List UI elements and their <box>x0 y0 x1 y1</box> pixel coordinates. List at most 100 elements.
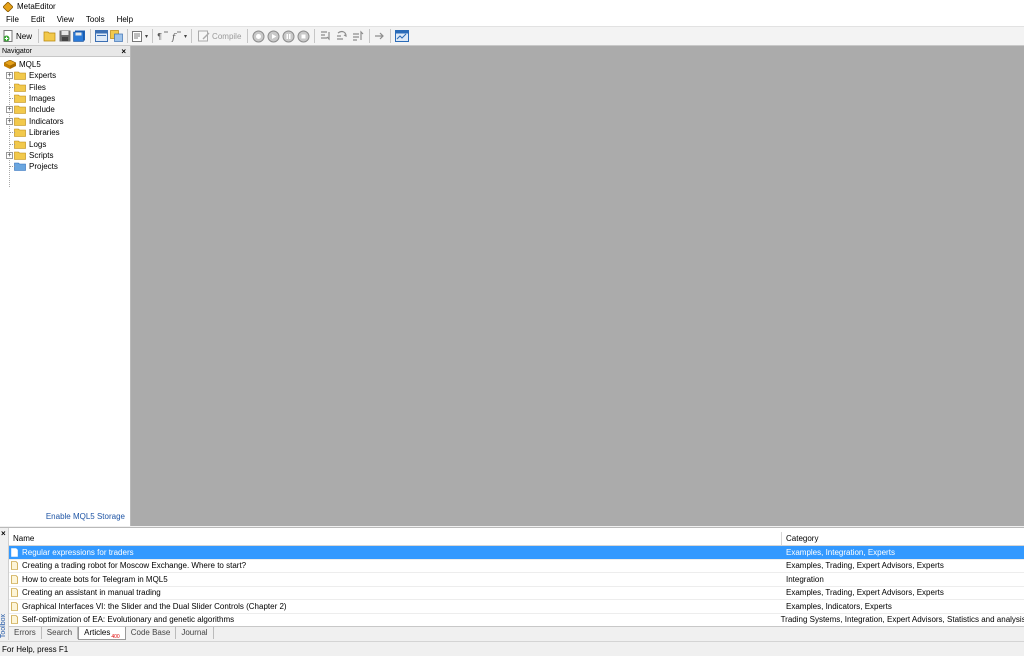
table-row[interactable]: Creating a trading robot for Moscow Exch… <box>9 560 1024 573</box>
compile-button[interactable]: Compile <box>196 28 243 44</box>
tab-code-base[interactable]: Code Base <box>126 627 177 639</box>
article-document-icon <box>11 601 18 611</box>
tab-search[interactable]: Search <box>42 627 79 639</box>
article-title: How to create bots for Telegram in MQL5 <box>22 574 168 584</box>
go-to-button[interactable] <box>374 28 386 44</box>
expand-icon[interactable]: + <box>6 151 13 159</box>
table-row[interactable]: Regular expressions for traders Examples,… <box>9 546 1024 560</box>
navigator-header: Navigator × <box>0 46 130 57</box>
compile-label: Compile <box>212 31 242 41</box>
table-row[interactable]: Self-optimization of EA: Evolutionary an… <box>9 614 1024 627</box>
close-icon[interactable]: × <box>121 47 126 56</box>
tree-item-label: Include <box>29 105 55 115</box>
enable-mql5-storage-link[interactable]: Enable MQL5 Storage <box>46 512 125 521</box>
tab-journal[interactable]: Journal <box>176 627 214 639</box>
folder-icon <box>14 128 26 137</box>
play-icon <box>267 30 280 42</box>
debug-start-icon <box>252 30 265 42</box>
cell-name: Regular expressions for traders <box>9 548 782 557</box>
function-button[interactable]: f ▾ <box>171 28 187 44</box>
step-over-icon <box>337 30 347 40</box>
project-folder-icon <box>14 163 26 172</box>
table-row[interactable]: How to create bots for Telegram in MQL5 I… <box>9 573 1024 587</box>
toolbar-separator <box>390 29 392 43</box>
tab-articles[interactable]: Articles400 <box>78 627 126 640</box>
tab-label: Articles <box>84 628 111 637</box>
tree-item-label: Indicators <box>29 116 64 126</box>
chevron-down-icon[interactable]: ▾ <box>145 33 148 40</box>
step-over-button[interactable] <box>335 28 349 44</box>
editor-workspace[interactable] <box>131 46 1024 526</box>
article-title: Regular expressions for traders <box>22 547 134 557</box>
open-button[interactable] <box>43 28 57 44</box>
menu-tools[interactable]: Tools <box>80 15 111 24</box>
column-header-category[interactable]: Category <box>782 534 818 543</box>
table-row[interactable]: Graphical Interfaces VI: the Slider and … <box>9 600 1024 614</box>
tree-item-projects[interactable]: Projects <box>0 161 130 172</box>
tree-item-scripts[interactable]: + Scripts <box>0 150 130 161</box>
tab-errors[interactable]: Errors <box>9 627 42 639</box>
article-category: Examples, Trading, Expert Advisors, Expe… <box>786 561 944 571</box>
expand-icon[interactable]: + <box>6 72 13 80</box>
navigator-toggle-button[interactable] <box>95 28 109 44</box>
folder-icon <box>14 71 26 80</box>
title-bar: MetaEditor <box>0 0 1024 13</box>
close-icon[interactable]: × <box>1 529 6 538</box>
toolbar: New ▾ ¶ f ▾ Compile <box>0 26 1024 46</box>
chevron-down-icon[interactable]: ▾ <box>184 33 187 40</box>
cell-name: How to create bots for Telegram in MQL5 <box>9 575 782 584</box>
debug-start-real-button[interactable] <box>252 28 265 44</box>
step-out-icon <box>353 30 364 41</box>
tree-item-label: Images <box>29 93 56 103</box>
tree-item-experts[interactable]: + Experts <box>0 70 130 81</box>
tree-item-images[interactable]: Images <box>0 93 130 104</box>
article-category: Examples, Trading, Expert Advisors, Expe… <box>786 588 944 598</box>
menu-edit[interactable]: Edit <box>25 15 51 24</box>
new-button[interactable]: New <box>1 28 34 44</box>
tab-label: Journal <box>181 628 208 637</box>
expand-icon[interactable]: + <box>6 106 13 114</box>
pause-icon <box>282 30 295 42</box>
tree-item-logs[interactable]: Logs <box>0 138 130 149</box>
cell-name: Creating an assistant in manual trading <box>9 588 782 597</box>
column-header-name[interactable]: Name <box>9 532 782 545</box>
toolbar-separator <box>90 29 92 43</box>
toolbar-separator <box>152 29 154 43</box>
tree-item-files[interactable]: Files <box>0 81 130 92</box>
folder-icon <box>14 83 26 92</box>
toolbar-separator <box>127 29 129 43</box>
new-button-label: New <box>16 31 33 41</box>
tree-item-libraries[interactable]: Libraries <box>0 127 130 138</box>
folder-icon <box>14 94 26 103</box>
tree-item-include[interactable]: + Include <box>0 104 130 115</box>
pause-button[interactable] <box>282 28 295 44</box>
table-row[interactable]: Creating an assistant in manual trading E… <box>9 587 1024 600</box>
compile-icon <box>198 30 210 42</box>
menu-help[interactable]: Help <box>111 15 139 24</box>
toolbox-side-strip: × Toolbox <box>0 528 9 640</box>
toolbar-separator <box>191 29 193 43</box>
insert-resource-icon <box>132 31 143 42</box>
terminal-button[interactable] <box>395 28 410 44</box>
insert-resource-button[interactable]: ▾ <box>132 28 148 44</box>
save-button[interactable] <box>59 28 71 44</box>
step-out-button[interactable] <box>351 28 365 44</box>
navigator-panel: Navigator × MQL5 + Experts Files Images + Inc… <box>0 46 131 526</box>
expand-icon[interactable]: + <box>6 117 13 125</box>
debug-start-history-button[interactable] <box>267 28 280 44</box>
tree-item-label: Scripts <box>29 150 54 160</box>
articles-count-badge: 400 <box>111 633 120 640</box>
articles-table-body: Regular expressions for traders Examples,… <box>9 546 1024 626</box>
stop-button[interactable] <box>297 28 310 44</box>
tree-root-mql5[interactable]: MQL5 <box>0 59 130 70</box>
menu-file[interactable]: File <box>0 15 25 24</box>
styler-button[interactable]: ¶ <box>157 28 169 44</box>
step-into-button[interactable] <box>319 28 333 44</box>
toolbar-separator <box>369 29 371 43</box>
tree-item-indicators[interactable]: + Indicators <box>0 116 130 127</box>
toolbox-toggle-button[interactable] <box>110 28 123 44</box>
save-all-button[interactable] <box>73 28 86 44</box>
cell-name: Graphical Interfaces VI: the Slider and … <box>9 602 782 611</box>
article-document-icon <box>11 588 18 598</box>
menu-view[interactable]: View <box>51 15 80 24</box>
